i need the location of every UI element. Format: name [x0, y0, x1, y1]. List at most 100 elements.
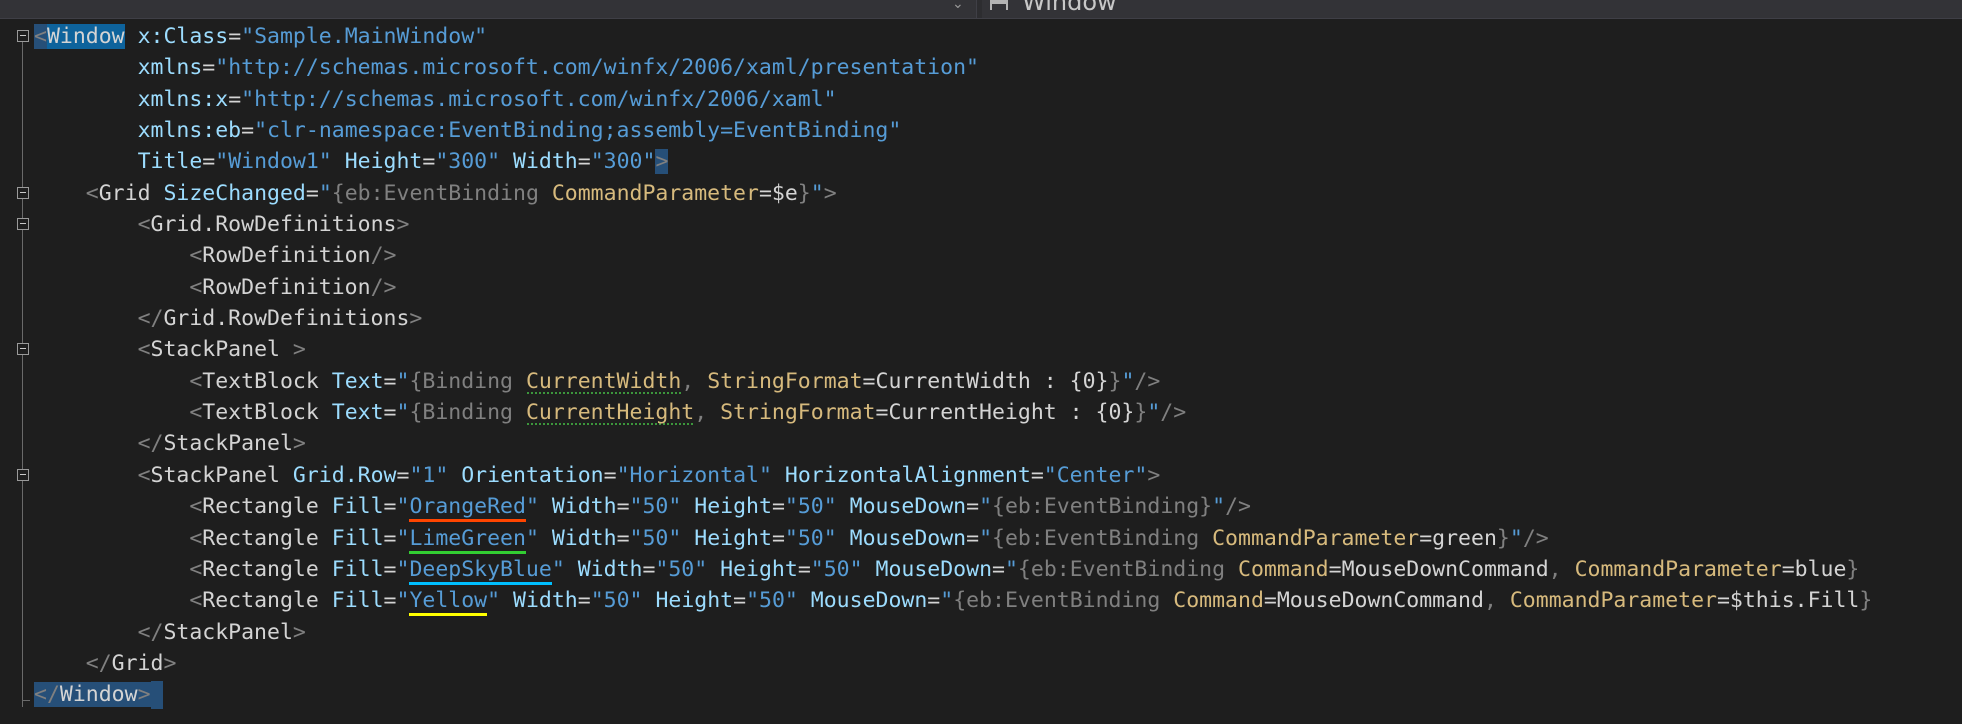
extension-parameter: Command: [1173, 588, 1264, 614]
code-line-7: <Grid.RowDefinitions>: [0, 209, 1962, 240]
color-value: LimeGreen: [409, 525, 526, 554]
quote: ": [810, 180, 824, 206]
code-line-14: </StackPanel>: [137, 431, 306, 457]
collapse-icon[interactable]: [17, 343, 29, 356]
markup-extension: eb:EventBinding: [1004, 525, 1200, 551]
binding-path: CurrentHeight: [525, 400, 695, 427]
element-name: StackPanel: [163, 619, 293, 645]
xaml-element-icon: [990, 0, 1008, 10]
extension-parameter: CommandParameter: [1509, 588, 1717, 614]
attribute-value: "Center": [1043, 462, 1148, 488]
element-name: StackPanel: [150, 462, 280, 488]
quote: ": [318, 180, 332, 206]
attribute-value: "50": [784, 494, 837, 520]
attribute-name: Width: [513, 149, 578, 175]
element-name: Window: [46, 24, 125, 49]
attribute-name: Width: [513, 588, 578, 614]
attribute-name: MouseDown: [810, 588, 928, 614]
attribute-name: :x: [202, 86, 229, 112]
element-name: RowDefinition: [202, 243, 371, 269]
element-name: Grid: [111, 650, 164, 676]
element-name: Rectangle: [202, 525, 319, 551]
attribute-name: Title: [137, 149, 203, 175]
markup-extension: Binding: [422, 400, 513, 426]
element-name: Rectangle: [202, 494, 319, 520]
xaml-editor[interactable]: ⌄ Window <Window x:Class="Sample.MainWin…: [0, 0, 1962, 724]
attribute-name: Width: [551, 494, 617, 520]
code-line-16: <Rectangle Fill="OrangeRed" Width="50" H…: [0, 491, 1962, 523]
parameter-value: $this.Fill: [1729, 588, 1860, 614]
text-cursor: [150, 681, 163, 710]
collapse-icon[interactable]: [17, 30, 29, 42]
attribute-name: xmlns: [137, 55, 203, 81]
attribute-prefix: xmlns: [137, 86, 203, 112]
attribute-name: Grid.Row: [292, 462, 397, 488]
code-line-4: xmlns:eb="clr-namespace:EventBinding;ass…: [137, 118, 902, 144]
attribute-name: SizeChanged: [163, 180, 306, 206]
attribute-name: Orientation: [461, 462, 604, 488]
code-line-1: <Window x:Class="Sample.MainWindow": [0, 21, 1962, 52]
attribute-value: "300": [590, 149, 656, 175]
markup-extension: eb:EventBinding: [966, 588, 1161, 614]
parameter-value: CurrentWidth : {0}: [875, 368, 1109, 394]
attribute-name: Width: [577, 556, 643, 582]
code-line-18: <Rectangle Fill="DeepSkyBlue" Width="50"…: [0, 554, 1962, 585]
attribute-name: Height: [694, 525, 772, 551]
color-value: Yellow: [409, 588, 488, 617]
attribute-value: "http://schemas.microsoft.com/winfx/2006…: [241, 86, 837, 112]
attribute-value: "clr-namespace:EventBinding;assembly=Eve…: [254, 118, 902, 144]
code-line-6: <Grid SizeChanged="{eb:EventBinding Comm…: [0, 178, 1962, 209]
element-name: Window: [59, 682, 138, 708]
attribute-value: "50": [590, 588, 643, 614]
code-area[interactable]: <Window x:Class="Sample.MainWindow" xmln…: [0, 21, 1962, 711]
collapse-icon[interactable]: [17, 468, 29, 481]
member-dropdown[interactable]: Window: [982, 0, 1962, 18]
attribute-name: MouseDown: [875, 556, 993, 582]
attribute-value: "50": [629, 525, 682, 551]
color-value: DeepSkyBlue: [409, 556, 552, 585]
parameter-value: blue: [1794, 556, 1847, 582]
attribute-value: "50": [810, 556, 863, 582]
attribute-name: MouseDown: [849, 494, 967, 520]
type-dropdown[interactable]: ⌄: [0, 0, 977, 18]
brace: }: [797, 180, 811, 206]
color-value: OrangeRed: [409, 494, 526, 523]
element-name: TextBlock: [202, 368, 319, 394]
code-line-5: Title="Window1" Height="300" Width="300"…: [137, 149, 669, 175]
extension-parameter: CommandParameter: [551, 180, 759, 206]
attribute-name: :eb: [202, 118, 242, 144]
code-line-8: <RowDefinition/>: [189, 243, 397, 269]
extension-parameter: StringFormat: [720, 400, 876, 426]
code-line-21: </Grid>: [85, 650, 177, 676]
code-line-10: </Grid.RowDefinitions>: [137, 306, 423, 332]
element-name: Rectangle: [202, 588, 319, 614]
code-line-11: <StackPanel >: [0, 334, 1962, 365]
extension-parameter: CommandParameter: [1212, 525, 1420, 551]
code-line-22: </Window>: [0, 679, 1962, 710]
attribute-name: Fill: [331, 494, 384, 520]
collapse-icon[interactable]: [17, 218, 29, 231]
element-name: TextBlock: [202, 400, 319, 426]
attribute-name: Fill: [331, 525, 384, 551]
markup-extension: eb:EventBinding: [1030, 556, 1226, 582]
attribute-value: "50": [655, 556, 708, 582]
code-line-20: </StackPanel>: [137, 619, 306, 645]
attribute-name: x:Class: [137, 24, 229, 49]
element-name: Rectangle: [202, 556, 319, 582]
element-name: RowDefinition: [202, 274, 371, 300]
code-line-12: <TextBlock Text="{Binding CurrentWidth, …: [189, 368, 1161, 395]
attribute-name: Fill: [331, 588, 384, 614]
chevron-down-icon[interactable]: ⌄: [952, 0, 964, 12]
parameter-value: MouseDownCommand: [1341, 556, 1549, 582]
parameter-value: green: [1432, 525, 1497, 551]
code-line-17: <Rectangle Fill="LimeGreen" Width="50" H…: [0, 523, 1962, 554]
attribute-name: Text: [331, 400, 384, 426]
brace: {: [331, 180, 345, 206]
attribute-name: MouseDown: [849, 525, 967, 551]
parameter-value: $e: [771, 180, 798, 206]
attribute-value: "300": [435, 149, 501, 175]
tag-close: >: [655, 149, 669, 175]
binding-path: CurrentWidth: [525, 368, 682, 395]
collapse-icon[interactable]: [17, 186, 29, 199]
extension-parameter: StringFormat: [707, 368, 863, 394]
